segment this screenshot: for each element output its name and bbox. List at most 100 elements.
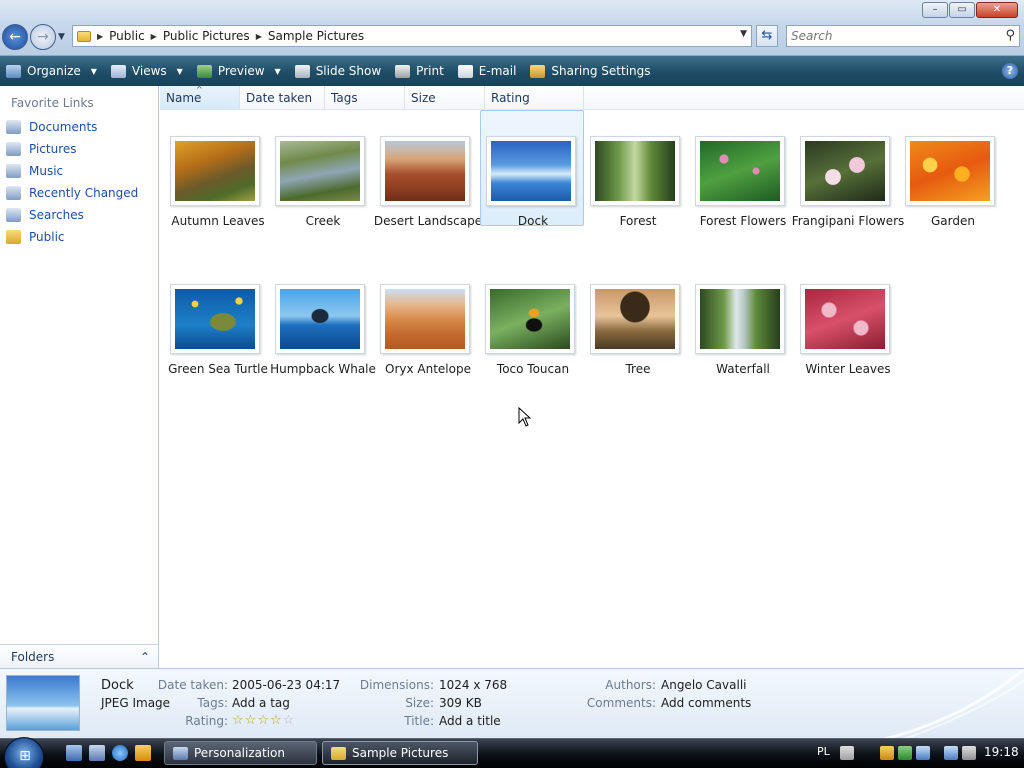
picture-thumbnail[interactable]: Waterfall xyxy=(691,260,795,376)
breadcrumb-public[interactable]: Public xyxy=(109,29,145,43)
display-icon[interactable] xyxy=(944,746,958,760)
folders-label: Folders xyxy=(11,649,55,664)
update-icon[interactable] xyxy=(898,746,912,760)
toco-toucan-image xyxy=(490,289,570,349)
star-icon[interactable]: ☆ xyxy=(270,713,283,728)
authors-field[interactable]: Angelo Cavalli xyxy=(661,678,747,692)
close-button[interactable]: ✕ xyxy=(976,2,1018,18)
keyboard-icon[interactable] xyxy=(840,746,854,760)
help-icon[interactable]: ? xyxy=(1002,63,1018,79)
documents-icon xyxy=(6,120,21,134)
chevron-down-icon[interactable]: ▼ xyxy=(275,67,281,76)
folders-toggle[interactable]: Folders ⌃ xyxy=(0,644,158,668)
picture-thumbnail[interactable]: Tree xyxy=(586,260,690,376)
sidebar-item-recently-changed[interactable]: Recently Changed xyxy=(6,184,138,202)
sidebar-item-pictures[interactable]: Pictures xyxy=(6,140,77,158)
sidebar-item-public[interactable]: Public xyxy=(6,228,65,246)
sharing-settings-button[interactable]: Sharing Settings xyxy=(530,64,651,78)
preview-button[interactable]: Preview ▼ xyxy=(196,64,281,78)
switch-windows-icon[interactable] xyxy=(89,745,105,761)
green-sea-turtle-image xyxy=(175,289,255,349)
email-button[interactable]: E-mail xyxy=(457,64,517,78)
column-header-rating[interactable]: Rating xyxy=(485,86,584,110)
forest-image xyxy=(595,141,675,201)
address-bar[interactable]: ▶ Public ▶ Public Pictures ▶ Sample Pict… xyxy=(72,25,752,47)
minimize-button[interactable]: – xyxy=(922,2,948,18)
picture-thumbnail[interactable]: Humpback Whale xyxy=(270,260,376,376)
forward-button[interactable]: → xyxy=(30,24,56,50)
tree-image xyxy=(595,289,675,349)
picture-label: Toco Toucan xyxy=(496,362,570,376)
column-label: Rating xyxy=(491,91,530,105)
breadcrumb-separator-icon[interactable]: ▶ xyxy=(97,32,103,41)
picture-thumbnail[interactable]: Desert Landscape xyxy=(374,112,482,228)
music-icon xyxy=(6,164,21,178)
column-header-size[interactable]: Size xyxy=(405,86,485,110)
sharing-label: Sharing Settings xyxy=(551,64,651,78)
comments-field[interactable]: Add comments xyxy=(661,696,751,710)
column-header-tags[interactable]: Tags xyxy=(325,86,405,110)
details-pane: Dock JPEG Image Date taken: 2005-06-23 0… xyxy=(0,668,1024,739)
picture-thumbnail[interactable]: Autumn Leaves xyxy=(166,112,270,228)
sidebar-item-music[interactable]: Music xyxy=(6,162,63,180)
dimensions-label: Dimensions: xyxy=(359,678,434,692)
sharing-icon xyxy=(530,64,546,78)
picture-thumbnail[interactable]: Creek xyxy=(271,112,375,228)
organize-button[interactable]: Organize ▼ xyxy=(6,64,97,78)
search-box[interactable]: ⚲ xyxy=(786,25,1020,47)
garden-image xyxy=(910,141,990,201)
picture-thumbnail[interactable]: Forest xyxy=(586,112,690,228)
print-button[interactable]: Print xyxy=(395,64,444,78)
views-button[interactable]: Views ▼ xyxy=(110,64,183,78)
star-icon[interactable]: ☆ xyxy=(257,713,270,728)
address-dropdown-icon[interactable]: ▼ xyxy=(740,29,747,39)
sidebar-item-documents[interactable]: Documents xyxy=(6,118,97,136)
column-header-name[interactable]: Name ^ xyxy=(160,85,240,110)
date-taken-value[interactable]: 2005-06-23 04:17 xyxy=(232,678,340,692)
title-field[interactable]: Add a title xyxy=(439,714,501,728)
recent-pages-dropdown[interactable]: ▼ xyxy=(58,32,65,42)
back-button[interactable]: ← xyxy=(2,24,28,50)
media-player-icon[interactable] xyxy=(135,745,151,761)
clock[interactable]: 19:18 xyxy=(984,745,1019,759)
column-header-date-taken[interactable]: Date taken xyxy=(240,86,325,110)
picture-thumbnail[interactable]: Oryx Antelope xyxy=(376,260,480,376)
network-icon[interactable] xyxy=(916,746,930,760)
picture-thumbnail[interactable]: Frangipani Flowers xyxy=(792,112,904,228)
picture-thumbnail[interactable]: Green Sea Turtle xyxy=(166,260,270,376)
picture-label: Forest Flowers xyxy=(699,214,787,228)
star-icon[interactable]: ☆ xyxy=(232,713,245,728)
tags-field[interactable]: Add a tag xyxy=(232,696,290,710)
language-indicator[interactable]: PL xyxy=(817,745,830,758)
maximize-button[interactable]: ▭ xyxy=(949,2,975,18)
star-icon[interactable]: ☆ xyxy=(245,713,258,728)
rating-stars[interactable]: ☆☆☆☆☆ xyxy=(232,713,295,728)
show-desktop-icon[interactable] xyxy=(66,745,82,761)
breadcrumb-sample-pictures[interactable]: Sample Pictures xyxy=(268,29,364,43)
security-shield-icon[interactable] xyxy=(880,746,894,760)
breadcrumb-separator-icon[interactable]: ▶ xyxy=(151,32,157,41)
chevron-down-icon: ▼ xyxy=(90,66,97,76)
star-icon[interactable]: ☆ xyxy=(283,713,296,728)
chevron-down-icon[interactable]: ▼ xyxy=(177,67,183,76)
search-icon[interactable]: ⚲ xyxy=(1005,28,1015,43)
breadcrumb-public-pictures[interactable]: Public Pictures xyxy=(163,29,250,43)
picture-thumbnail[interactable]: Winter Leaves xyxy=(796,260,900,376)
refresh-button[interactable]: ⇆ xyxy=(756,25,778,47)
taskbar-item-sample-pictures[interactable]: Sample Pictures xyxy=(322,741,478,765)
picture-thumbnail-selected[interactable]: Dock xyxy=(480,110,584,228)
picture-thumbnail[interactable]: Toco Toucan xyxy=(481,260,585,376)
search-input[interactable] xyxy=(787,26,987,46)
picture-thumbnail[interactable]: Garden xyxy=(901,112,1005,228)
volume-muted-icon[interactable] xyxy=(962,746,976,760)
email-label: E-mail xyxy=(478,64,517,78)
taskbar-item-personalization[interactable]: Personalization xyxy=(164,741,317,765)
breadcrumb-separator-icon[interactable]: ▶ xyxy=(256,32,262,41)
selected-picture-preview xyxy=(6,675,80,731)
mouse-cursor-icon xyxy=(518,407,532,427)
internet-explorer-icon[interactable] xyxy=(112,745,128,761)
autumn-leaves-image xyxy=(175,141,255,201)
slideshow-button[interactable]: Slide Show xyxy=(294,64,381,78)
picture-thumbnail[interactable]: Forest Flowers xyxy=(691,112,795,228)
sidebar-item-searches[interactable]: Searches xyxy=(6,206,84,224)
